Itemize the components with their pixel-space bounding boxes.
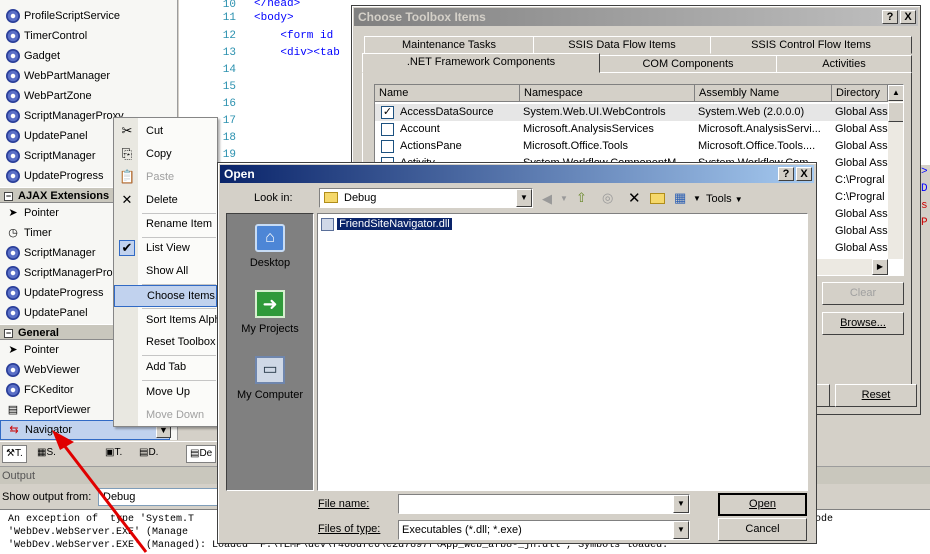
annotation-arrow — [52, 430, 148, 553]
tab-net-framework[interactable]: .NET Framework Components — [362, 53, 600, 73]
